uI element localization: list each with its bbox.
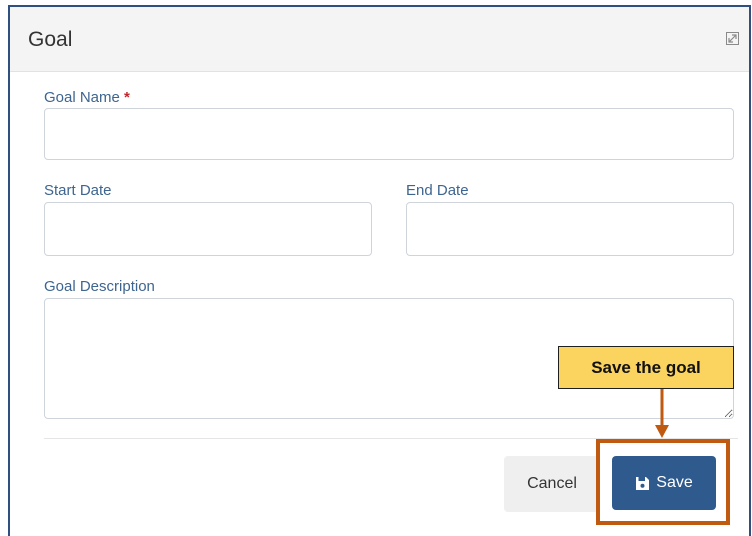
goal-dialog: Goal Goal Name * Start Date End Date Goa… (8, 5, 751, 536)
start-date-input[interactable] (44, 202, 372, 256)
goal-name-label: Goal Name * (44, 89, 130, 106)
dialog-title: Goal (28, 28, 73, 51)
callout-box: Save the goal (558, 346, 734, 389)
floppy-disk-icon (636, 476, 650, 490)
end-date-label: End Date (406, 182, 469, 199)
cancel-button[interactable]: Cancel (504, 456, 600, 512)
save-button-label: Save (656, 474, 693, 491)
goal-name-input[interactable] (44, 108, 734, 160)
expand-icon[interactable] (726, 32, 739, 45)
goal-description-label: Goal Description (44, 278, 155, 295)
end-date-input[interactable] (406, 202, 734, 256)
footer-divider (44, 438, 738, 439)
save-button[interactable]: Save (612, 456, 716, 510)
start-date-label: Start Date (44, 182, 112, 199)
callout-arrow-icon (655, 389, 669, 438)
dialog-header: Goal (10, 7, 749, 72)
required-marker: * (124, 89, 130, 106)
